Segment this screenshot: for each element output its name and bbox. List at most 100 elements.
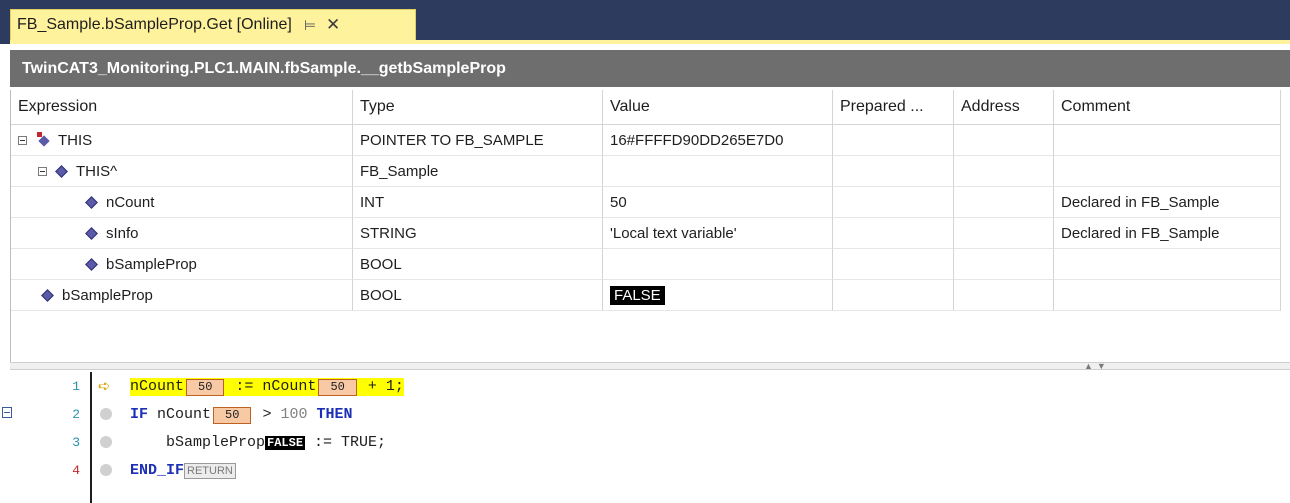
table-row[interactable]: nCount INT 50 Declared in FB_Sample (11, 187, 1281, 218)
address-cell (954, 156, 1054, 187)
document-tab-strip: FB_Sample.bSampleProp.Get [Online] ⊨ ✕ (0, 0, 1290, 44)
table-row[interactable]: sInfo STRING 'Local text variable' Decla… (11, 218, 1281, 249)
line-number: 2 (72, 407, 80, 422)
value-false-badge: FALSE (610, 285, 665, 305)
prepared-cell[interactable] (833, 280, 954, 311)
variable-icon (85, 226, 98, 240)
number-literal: 100 (280, 406, 308, 423)
current-statement-arrow-icon: ➪ (98, 377, 111, 395)
column-header-type[interactable]: Type (353, 90, 603, 125)
comment-cell: Declared in FB_Sample (1054, 187, 1281, 218)
watch-grid: Expression Type Value Prepared ... Addre… (10, 90, 1290, 362)
table-row[interactable]: THIS^ FB_Sample (11, 156, 1281, 187)
code-line[interactable]: 4 END_IF RETURN (0, 460, 1290, 482)
expression-text: bSampleProp (62, 286, 153, 304)
prepared-cell[interactable] (833, 249, 954, 280)
line-number: 4 (72, 463, 80, 478)
tab-underline (10, 40, 1290, 44)
value-cell: 50 (603, 187, 833, 218)
document-tab[interactable]: FB_Sample.bSampleProp.Get [Online] ⊨ ✕ (10, 9, 416, 40)
expression-text: THIS (58, 131, 93, 149)
expression-cell: bSampleProp (11, 280, 353, 311)
column-header-comment[interactable]: Comment (1054, 90, 1281, 125)
code-editor[interactable]: 1 ➪ nCount 50 := nCount 50 + 1; 2 IF nCoun… (0, 372, 1290, 503)
instance-path: TwinCAT3_Monitoring.PLC1.MAIN.fbSample._… (22, 59, 506, 77)
inline-value-false: FALSE (265, 436, 306, 450)
comment-cell: Declared in FB_Sample (1054, 218, 1281, 249)
prepared-cell[interactable] (833, 218, 954, 249)
inline-value: 50 (318, 379, 357, 396)
code-text: bSampleProp FALSE := TRUE; (130, 434, 386, 451)
expression-cell: THIS^ (11, 156, 353, 187)
variable-icon (85, 257, 98, 271)
prepared-cell[interactable] (833, 125, 954, 156)
code-line[interactable]: 3 bSampleProp FALSE := TRUE; (0, 432, 1290, 454)
column-header-address[interactable]: Address (954, 90, 1054, 125)
splitter-arrows-icon[interactable]: ▲▼ (1084, 361, 1110, 371)
type-cell: BOOL (353, 280, 603, 311)
code-token: bSampleProp (130, 434, 266, 451)
address-cell (954, 125, 1054, 156)
value-cell (603, 249, 833, 280)
type-cell: POINTER TO FB_SAMPLE (353, 125, 603, 156)
value-cell: 'Local text variable' (603, 218, 833, 249)
comment-cell (1054, 280, 1281, 311)
code-line[interactable]: 2 IF nCount 50 > 100 THEN (0, 404, 1290, 426)
line-number: 3 (72, 435, 80, 450)
comment-cell (1054, 249, 1281, 280)
expression-cell: sInfo (11, 218, 353, 249)
expression-cell: nCount (11, 187, 353, 218)
code-token: nCount (148, 406, 212, 423)
prepared-cell[interactable] (833, 187, 954, 218)
table-row[interactable]: bSampleProp BOOL FALSE (11, 280, 1281, 311)
close-icon[interactable]: ✕ (326, 15, 340, 35)
return-marker: RETURN (184, 463, 236, 479)
address-cell (954, 249, 1054, 280)
comment-cell (1054, 156, 1281, 187)
code-token: := nCount (226, 378, 317, 395)
pointer-variable-icon (37, 132, 49, 146)
column-header-prepared[interactable]: Prepared ... (833, 90, 954, 125)
table-row[interactable]: THIS POINTER TO FB_SAMPLE 16#FFFFD90DD26… (11, 125, 1281, 156)
keyword: IF (130, 406, 149, 423)
inline-value: 50 (213, 407, 252, 424)
pin-icon[interactable]: ⊨ (304, 17, 316, 34)
prepared-cell[interactable] (833, 156, 954, 187)
type-cell: FB_Sample (353, 156, 603, 187)
breakpoint-marker-icon[interactable] (100, 408, 112, 420)
keyword: END_IF (130, 462, 185, 479)
value-cell: FALSE (603, 280, 833, 311)
table-row[interactable]: bSampleProp BOOL (11, 249, 1281, 280)
code-text: IF nCount 50 > 100 THEN (130, 406, 352, 424)
type-cell: BOOL (353, 249, 603, 280)
column-header-expression[interactable]: Expression (11, 90, 353, 125)
comment-cell (1054, 125, 1281, 156)
collapse-icon[interactable] (38, 166, 47, 176)
variable-icon (85, 195, 98, 209)
tab-title: FB_Sample.bSampleProp.Get [Online] (17, 16, 292, 33)
expression-text: nCount (106, 193, 155, 211)
address-cell (954, 187, 1054, 218)
expression-text: THIS^ (76, 162, 118, 180)
breakpoint-marker-icon[interactable] (100, 464, 112, 476)
expression-cell: THIS (11, 125, 353, 156)
breakpoint-marker-icon[interactable] (100, 436, 112, 448)
address-cell (954, 280, 1054, 311)
code-text: nCount 50 := nCount 50 + 1; (130, 378, 404, 396)
value-cell (603, 156, 833, 187)
column-header-row: Expression Type Value Prepared ... Addre… (11, 90, 1281, 125)
code-text: END_IF RETURN (130, 462, 236, 479)
column-header-value[interactable]: Value (603, 90, 833, 125)
code-token: nCount (130, 378, 185, 395)
fold-toggle-icon[interactable] (2, 407, 12, 418)
variable-icon (55, 164, 68, 178)
code-token: + 1; (358, 378, 404, 395)
expression-cell: bSampleProp (11, 249, 353, 280)
type-cell: INT (353, 187, 603, 218)
expression-text: sInfo (106, 224, 139, 242)
code-line[interactable]: 1 ➪ nCount 50 := nCount 50 + 1; (0, 376, 1290, 398)
collapse-icon[interactable] (18, 135, 27, 145)
code-token: := TRUE; (305, 434, 387, 451)
line-number: 1 (72, 379, 80, 394)
keyword: THEN (307, 406, 353, 423)
